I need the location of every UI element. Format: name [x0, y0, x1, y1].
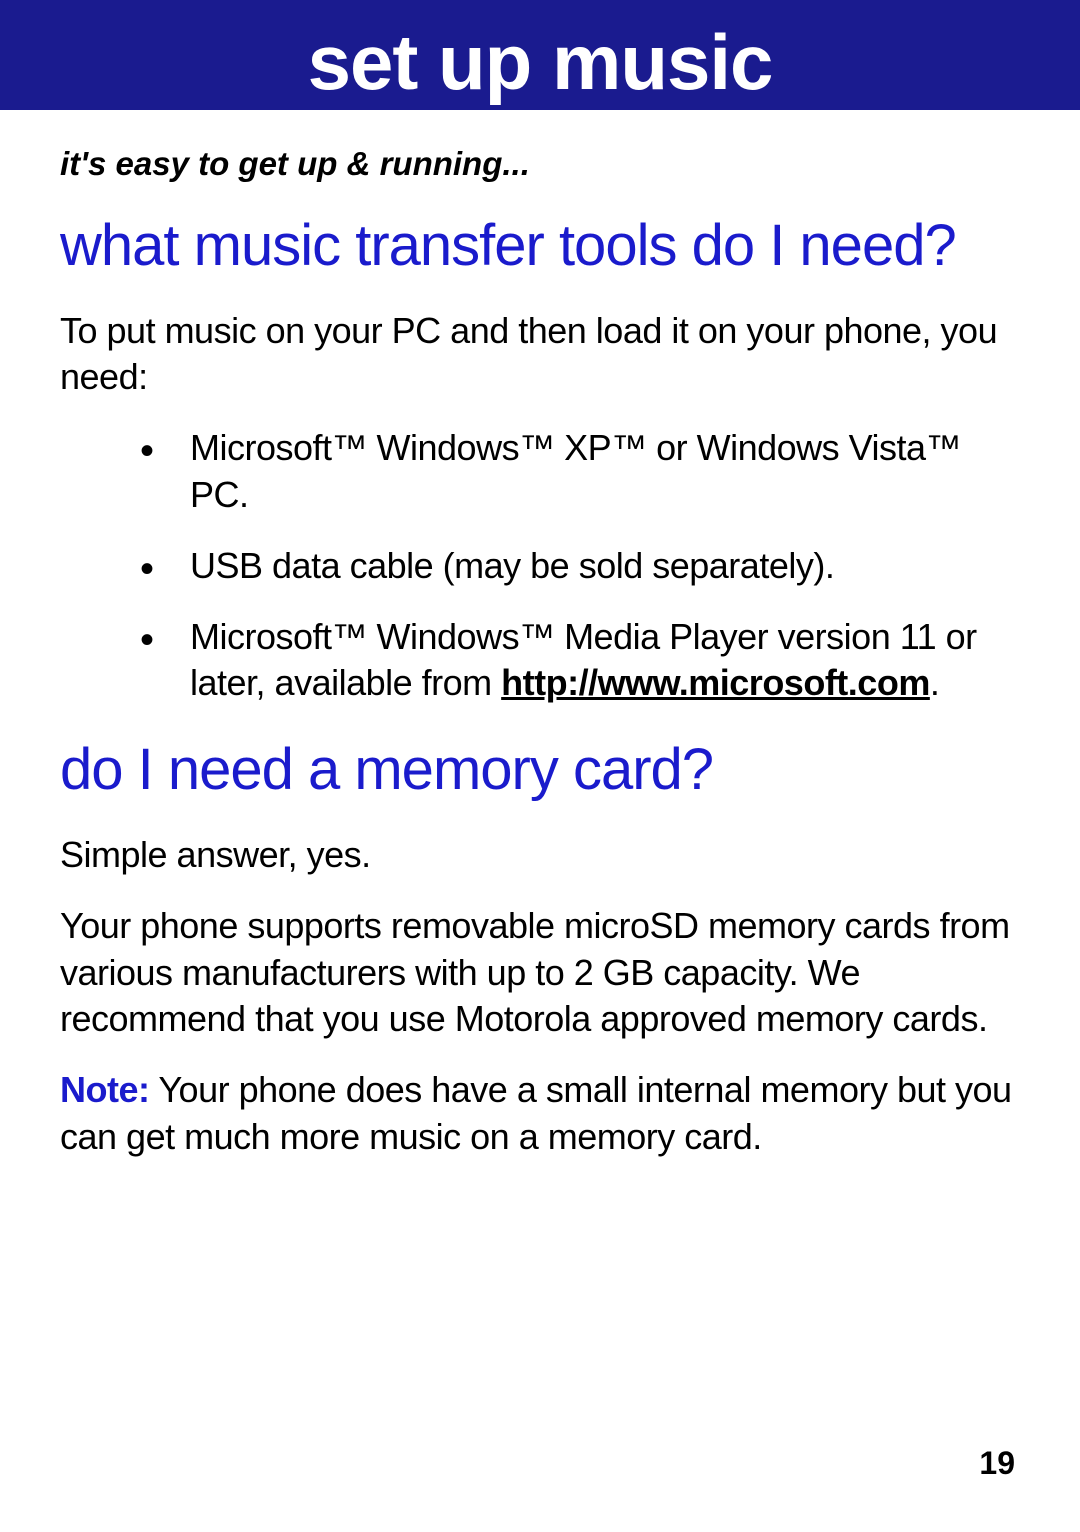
page-number: 19	[979, 1445, 1015, 1482]
tagline: it's easy to get up & running...	[60, 145, 1020, 183]
section2-para1: Simple answer, yes.	[60, 832, 1020, 879]
requirements-list: Microsoft™ Windows™ XP™ or Windows Vista…	[140, 425, 1020, 707]
list-item: Microsoft™ Windows™ XP™ or Windows Vista…	[140, 425, 1020, 519]
microsoft-link[interactable]: http://www.microsoft.com	[501, 662, 930, 703]
section2-note: Note: Your phone does have a small inter…	[60, 1067, 1020, 1161]
page-content: it's easy to get up & running... what mu…	[0, 110, 1080, 1161]
section2-para2: Your phone supports removable microSD me…	[60, 903, 1020, 1043]
section1-intro: To put music on your PC and then load it…	[60, 308, 1020, 402]
note-text: Your phone does have a small internal me…	[60, 1069, 1012, 1157]
list-item: USB data cable (may be sold separately).	[140, 543, 1020, 590]
page-banner: set up music	[0, 0, 1080, 110]
list-item: Microsoft™ Windows™ Media Player version…	[140, 614, 1020, 708]
banner-title: set up music	[308, 17, 773, 108]
note-label: Note:	[60, 1069, 150, 1110]
section2-heading: do I need a memory card?	[60, 737, 1020, 804]
bullet-text-suffix: .	[930, 662, 940, 703]
section1-heading: what music transfer tools do I need?	[60, 213, 1020, 280]
